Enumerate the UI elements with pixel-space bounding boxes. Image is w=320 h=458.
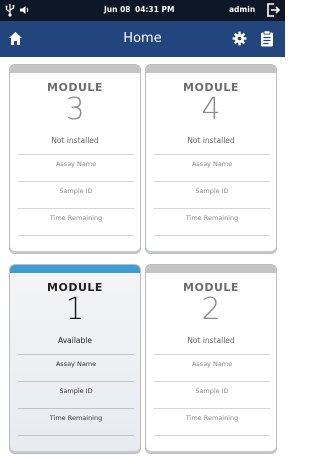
divider — [18, 381, 134, 382]
module-status-band — [10, 65, 140, 73]
divider — [18, 181, 134, 182]
module-status: Not installed — [187, 136, 235, 145]
divider — [154, 354, 270, 355]
clipboard-icon[interactable] — [260, 30, 274, 47]
usb-icon — [5, 4, 15, 17]
module-number: 1 — [65, 292, 85, 327]
divider — [154, 181, 270, 182]
status-date: Jun 08 — [104, 5, 131, 14]
assay-name-field: Assay Name — [191, 160, 233, 168]
divider — [154, 235, 270, 236]
divider — [18, 154, 134, 155]
divider — [154, 435, 270, 436]
module-status-band — [146, 65, 276, 73]
status-username: admin — [229, 5, 256, 14]
divider — [154, 208, 270, 209]
module-status: Not installed — [51, 136, 99, 145]
divider — [18, 354, 134, 355]
sample-id-field: Sample ID — [195, 387, 229, 395]
module-status: Not installed — [187, 336, 235, 345]
time-remaining-field: Time Remaining — [49, 214, 103, 222]
divider — [154, 408, 270, 409]
module-card-3[interactable]: MODULE 3 Not installed Assay Name Sample… — [9, 64, 141, 254]
app-header: Home — [0, 21, 285, 57]
speaker-icon[interactable] — [19, 4, 31, 16]
divider — [18, 408, 134, 409]
status-time: 04:31 PM — [135, 5, 175, 14]
sample-id-field: Sample ID — [59, 187, 93, 195]
module-number: 3 — [65, 92, 85, 127]
time-remaining-field: Time Remaining — [185, 214, 239, 222]
sample-id-field: Sample ID — [59, 387, 93, 395]
module-status-band — [146, 265, 276, 273]
logout-icon[interactable] — [265, 2, 281, 18]
module-card-4[interactable]: MODULE 4 Not installed Assay Name Sample… — [145, 64, 277, 254]
module-number: 2 — [201, 292, 221, 327]
assay-name-field: Assay Name — [191, 360, 233, 368]
divider — [154, 154, 270, 155]
status-bar: Jun 08 04:31 PM admin — [0, 0, 285, 21]
sample-id-field: Sample ID — [195, 187, 229, 195]
assay-name-field: Assay Name — [55, 160, 97, 168]
module-status-band — [10, 265, 140, 273]
module-card-2[interactable]: MODULE 2 Not installed Assay Name Sample… — [145, 264, 277, 454]
time-remaining-field: Time Remaining — [185, 414, 239, 422]
module-number: 4 — [201, 92, 221, 127]
time-remaining-field: Time Remaining — [49, 414, 103, 422]
divider — [18, 208, 134, 209]
divider — [18, 435, 134, 436]
assay-name-field: Assay Name — [55, 360, 97, 368]
module-status: Available — [58, 336, 92, 345]
module-card-1[interactable]: MODULE 1 Available Assay Name Sample ID … — [9, 264, 141, 454]
divider — [154, 381, 270, 382]
divider — [18, 235, 134, 236]
gear-icon[interactable] — [232, 31, 247, 46]
